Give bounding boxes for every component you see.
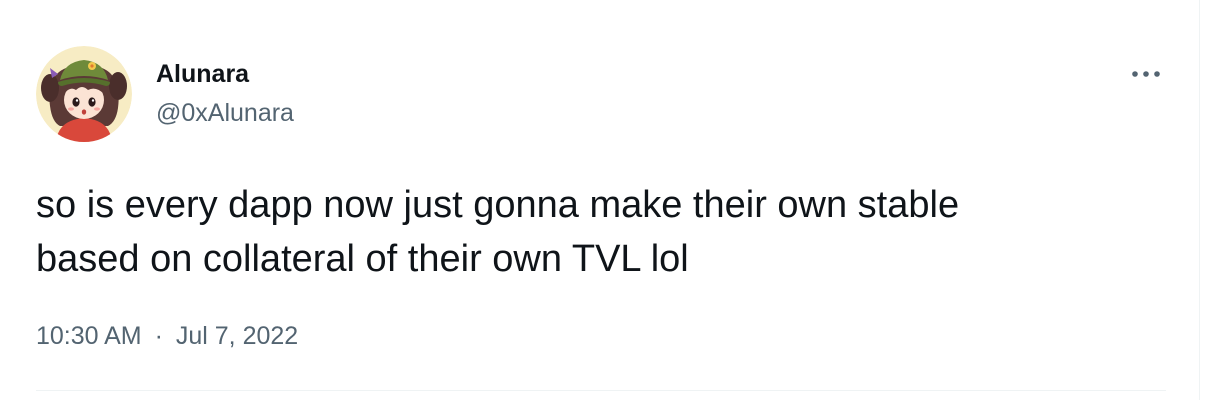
more-options-button[interactable] [1126,56,1166,92]
anime-girl-avatar-icon [36,46,132,142]
tweet-text-line: based on collateral of their own TVL lol [36,238,689,280]
tweet-card: Alunara @0xAlunara so is every dapp now … [0,0,1200,400]
tweet-text-line: so is every dapp now just gonna make the… [36,184,960,226]
tweet-time-link[interactable]: 10:30 AM [36,322,142,350]
tweet-date-link[interactable]: Jul 7, 2022 [176,322,298,350]
author-display-name[interactable]: Alunara [156,58,249,90]
tweet-timestamp: 10:30 AM · Jul 7, 2022 [36,320,298,352]
author-handle[interactable]: @0xAlunara [156,97,294,129]
tweet-text: so is every dapp now just gonna make the… [36,178,1176,286]
avatar[interactable] [36,46,132,142]
divider [36,390,1166,391]
more-horizontal-icon [1132,71,1160,77]
timestamp-separator: · [154,322,163,350]
